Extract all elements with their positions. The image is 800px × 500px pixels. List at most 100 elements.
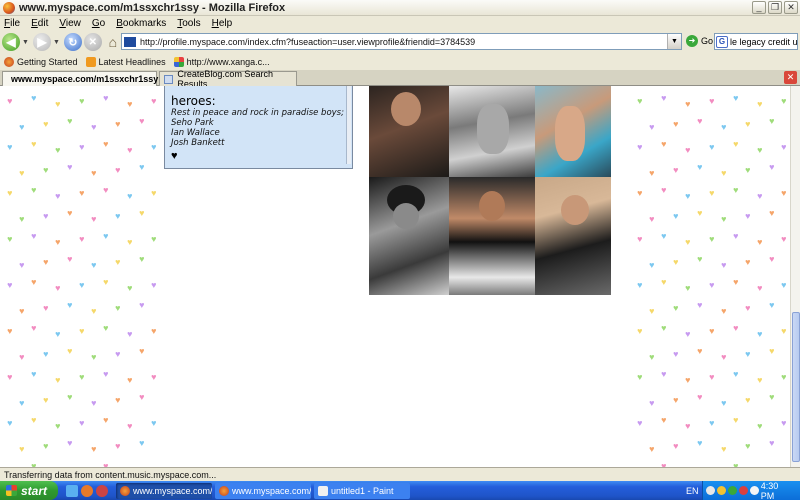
heart-icon: ♥ [781, 371, 787, 382]
heart-icon: ♥ [151, 95, 157, 106]
taskbar-item-paint[interactable]: untitled1 - Paint [314, 482, 410, 499]
heart-icon: ♥ [19, 305, 25, 316]
forward-history-dropdown-icon[interactable]: ▼ [53, 39, 60, 46]
media-launch-icon[interactable] [96, 484, 108, 497]
heart-icon: ♥ [721, 213, 727, 224]
tray-app-icon[interactable] [727, 486, 737, 495]
menu-view[interactable]: View [59, 18, 81, 29]
forward-arrow-icon[interactable]: ▶ [32, 33, 51, 51]
minimize-button[interactable]: _ [752, 1, 766, 14]
menu-help[interactable]: Help [212, 18, 233, 29]
bookmark-getting-started[interactable]: Getting Started [4, 56, 78, 67]
heart-icon: ♥ [661, 368, 667, 379]
heart-icon: ♥ [757, 282, 763, 293]
heart-icon: ♥ [673, 394, 679, 405]
heart-icon: ♥ [637, 371, 643, 382]
home-icon[interactable]: ⌂ [104, 33, 122, 51]
back-history-dropdown-icon[interactable]: ▼ [22, 39, 29, 46]
scrollbar-thumb[interactable] [792, 312, 800, 462]
heart-icon: ♥ [151, 417, 157, 428]
heart-icon: ♥ [733, 184, 739, 195]
heart-icon: ♥ [685, 236, 691, 247]
bookmarks-toolbar: Getting Started Latest Headlines http://… [0, 54, 800, 69]
tab-myspace[interactable]: www.myspace.com/m1ssxchr1ssy [2, 71, 158, 86]
go-button[interactable]: ➜ Go [686, 35, 713, 47]
vertical-scrollbar[interactable] [790, 86, 800, 467]
address-input[interactable]: http://profile.myspace.com/index.cfm?fus… [140, 37, 475, 47]
heart-icon: ♥ [79, 417, 85, 428]
tab-bar: www.myspace.com/m1ssxchr1ssy CreateBlog.… [0, 69, 800, 89]
menu-bookmarks[interactable]: Bookmarks [116, 18, 166, 29]
tray-app-icon[interactable] [749, 486, 759, 495]
go-label: Go [701, 36, 714, 46]
menu-go[interactable]: Go [92, 18, 105, 29]
firefox-launch-icon[interactable] [81, 484, 93, 497]
site-favicon-icon [124, 36, 136, 47]
heart-icon: ♥ [151, 187, 157, 198]
heart-icon: ♥ [139, 161, 145, 172]
heart-icon: ♥ [139, 115, 145, 126]
bookmark-label: Latest Headlines [98, 56, 166, 67]
heart-icon: ♥ [79, 325, 85, 336]
address-dropdown-icon[interactable]: ▼ [667, 34, 681, 49]
windows-logo-icon [6, 485, 17, 496]
taskbar-item-firefox-1[interactable]: www.myspace.com/... [116, 482, 212, 499]
heart-icon: ♥ [31, 414, 37, 425]
restore-button[interactable]: ❐ [768, 1, 782, 14]
firefox-icon [219, 485, 229, 496]
photo-6 [535, 177, 611, 295]
taskbar-clock[interactable]: 4:30 PM [761, 481, 794, 500]
tray-app-icon[interactable] [716, 486, 726, 495]
heart-icon: ♥ [721, 121, 727, 132]
heroes-scrollbar[interactable] [346, 86, 351, 164]
tab-createblog[interactable]: CreateBlog.com Search Results [159, 69, 297, 89]
close-button[interactable]: ✕ [784, 1, 798, 14]
heart-icon: ♥ [67, 253, 73, 264]
address-bar[interactable]: http://profile.myspace.com/index.cfm?fus… [121, 33, 682, 50]
close-tab-icon[interactable]: ✕ [784, 71, 797, 84]
heart-icon: ♥ [79, 279, 85, 290]
stop-icon[interactable]: ✕ [83, 33, 102, 51]
back-arrow-icon[interactable]: ◀ [2, 33, 20, 51]
heart-icon: ♥ [757, 236, 763, 247]
bookmark-latest-headlines[interactable]: Latest Headlines [85, 56, 166, 67]
heart-icon: ♥ [745, 164, 751, 175]
heart-icon: ♥ [685, 420, 691, 431]
search-input[interactable]: le legacy credit union [730, 37, 797, 47]
heart-icon: ♥ [637, 233, 643, 244]
heart-icon: ♥ [769, 207, 775, 218]
title-bar: www.myspace.com/m1ssxchr1ssy - Mozilla F… [0, 0, 800, 16]
menu-file[interactable]: File [4, 18, 20, 29]
heart-icon: ♥ [55, 328, 61, 339]
tray-arrow-icon[interactable] [706, 486, 715, 495]
language-indicator[interactable]: EN [686, 486, 699, 496]
bookmark-label: Getting Started [17, 56, 78, 67]
heart-icon: ♥ [685, 328, 691, 339]
heart-icon: ♥ [757, 98, 763, 109]
task-label: www.myspace.com/... [133, 485, 212, 496]
show-desktop-icon[interactable] [66, 484, 78, 497]
menu-tools[interactable]: Tools [177, 18, 200, 29]
heart-icon: ♥ [103, 368, 109, 379]
heart-icon: ♥ [103, 184, 109, 195]
bookmark-xanga[interactable]: http://www.xanga.c... [173, 56, 270, 67]
heart-icon: ♥ [43, 348, 49, 359]
heart-icon: ♥ [91, 351, 97, 362]
heart-icon: ♥ [7, 187, 13, 198]
heart-icon: ♥ [685, 98, 691, 109]
google-search-icon[interactable]: G [716, 35, 728, 48]
menu-edit[interactable]: Edit [31, 18, 48, 29]
heart-icon: ♥ [55, 420, 61, 431]
heart-icon: ♥ [769, 437, 775, 448]
tray-app-icon[interactable] [738, 486, 748, 495]
heart-icon: ♥ [43, 394, 49, 405]
heart-icon: ♥ [709, 233, 715, 244]
heart-icon: ♥ [709, 187, 715, 198]
heart-icon: ♥ [139, 253, 145, 264]
reload-icon[interactable]: ↻ [63, 33, 82, 51]
heart-icon: ♥ [43, 440, 49, 451]
taskbar-item-firefox-2[interactable]: www.myspace.com/... [215, 482, 311, 499]
heart-icon: ♥ [19, 351, 25, 362]
start-button[interactable]: start [0, 481, 58, 500]
search-box[interactable]: G le legacy credit union [714, 33, 798, 50]
